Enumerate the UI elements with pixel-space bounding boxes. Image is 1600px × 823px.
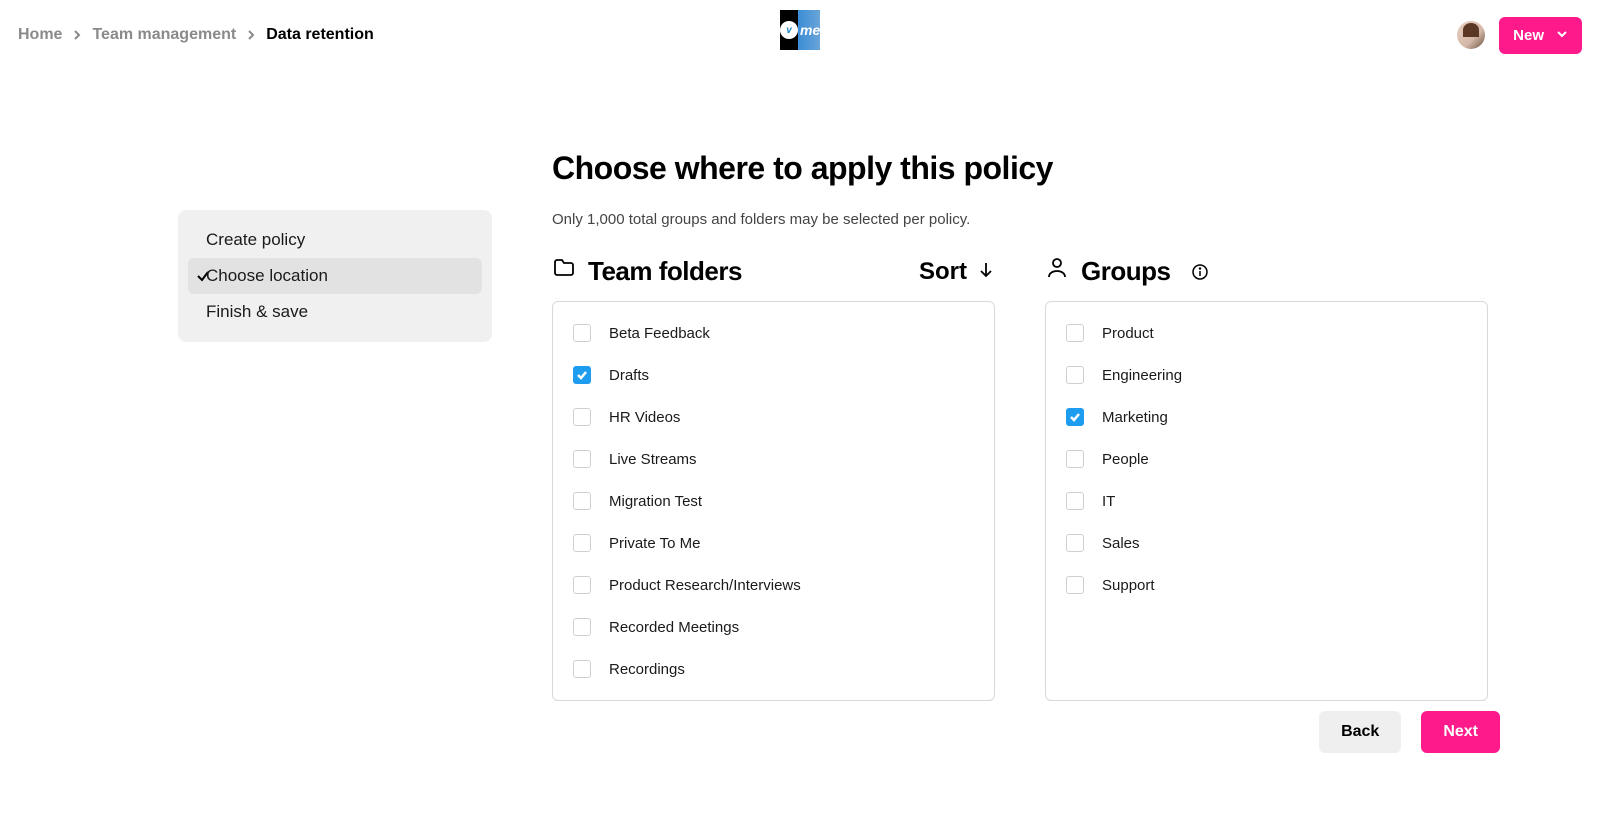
group-label: Support (1102, 577, 1155, 594)
group-label: Engineering (1102, 367, 1182, 384)
sidebar-item-label: Choose location (206, 266, 328, 286)
checkbox[interactable] (1066, 450, 1084, 468)
checkbox[interactable] (573, 450, 591, 468)
checkbox[interactable] (1066, 408, 1084, 426)
checkbox[interactable] (573, 324, 591, 342)
folder-label: Recordings (609, 661, 685, 678)
person-icon (1045, 256, 1069, 287)
team-folders-title: Team folders (552, 256, 742, 287)
checkbox[interactable] (1066, 324, 1084, 342)
checkbox[interactable] (1066, 366, 1084, 384)
group-label: Product (1102, 325, 1154, 342)
checkbox[interactable] (1066, 576, 1084, 594)
sidebar-item-label: Create policy (206, 230, 305, 250)
sidebar-item-choose-location[interactable]: Choose location (188, 258, 482, 294)
sort-button[interactable]: Sort (919, 258, 995, 286)
breadcrumb: Home Team management Data retention (18, 26, 374, 44)
folder-label: Drafts (609, 367, 649, 384)
folder-label: Product Research/Interviews (609, 577, 801, 594)
groups-title: Groups (1045, 256, 1208, 287)
folder-row[interactable]: Recordings (553, 648, 994, 690)
group-label: Marketing (1102, 409, 1168, 426)
folders-list: Beta Feedback Drafts HR Videos Live Streams… (552, 301, 995, 701)
folder-row[interactable]: Migration Test (553, 480, 994, 522)
group-row[interactable]: Sales (1046, 522, 1487, 564)
group-row[interactable]: Marketing (1046, 396, 1487, 438)
groups-list: Product Engineering Marketing People IT Sales… (1045, 301, 1488, 701)
group-row[interactable]: Product (1046, 312, 1487, 354)
checkbox[interactable] (573, 660, 591, 678)
app-logo: v me (780, 10, 820, 50)
checkbox[interactable] (1066, 492, 1084, 510)
checkbox[interactable] (1066, 534, 1084, 552)
folder-row[interactable]: Live Streams (553, 438, 994, 480)
chevron-right-icon (246, 30, 256, 40)
next-button[interactable]: Next (1421, 711, 1500, 753)
info-icon[interactable] (1192, 264, 1208, 280)
folder-label: Beta Feedback (609, 325, 710, 342)
group-row[interactable]: Support (1046, 564, 1487, 606)
checkbox[interactable] (573, 408, 591, 426)
folder-row[interactable]: Beta Feedback (553, 312, 994, 354)
checkbox[interactable] (573, 534, 591, 552)
checkbox[interactable] (573, 576, 591, 594)
chevron-right-icon (72, 30, 82, 40)
new-button[interactable]: New (1499, 17, 1582, 54)
sidebar-item-create-policy[interactable]: Create policy (188, 222, 482, 258)
folder-row[interactable]: HR Videos (553, 396, 994, 438)
folder-label: HR Videos (609, 409, 680, 426)
folder-row[interactable]: Private To Me (553, 522, 994, 564)
group-row[interactable]: Engineering (1046, 354, 1487, 396)
checkbox[interactable] (573, 618, 591, 636)
folder-icon (552, 256, 576, 287)
folder-label: Private To Me (609, 535, 700, 552)
folder-row[interactable]: Drafts (553, 354, 994, 396)
breadcrumb-home[interactable]: Home (18, 26, 62, 44)
group-label: Sales (1102, 535, 1140, 552)
folder-label: Recorded Meetings (609, 619, 739, 636)
sidebar: Create policy Choose location Finish & s… (178, 210, 492, 342)
folder-label: Live Streams (609, 451, 697, 468)
checkbox[interactable] (573, 366, 591, 384)
page-subtitle: Only 1,000 total groups and folders may … (552, 211, 1492, 228)
folder-label: Migration Test (609, 493, 702, 510)
group-row[interactable]: People (1046, 438, 1487, 480)
breadcrumb-team-management[interactable]: Team management (92, 26, 236, 44)
folder-row[interactable]: Product Research/Interviews (553, 564, 994, 606)
group-label: IT (1102, 493, 1115, 510)
arrow-down-icon (977, 258, 995, 286)
checkbox[interactable] (573, 492, 591, 510)
breadcrumb-data-retention[interactable]: Data retention (266, 26, 374, 44)
back-button[interactable]: Back (1319, 711, 1401, 753)
group-label: People (1102, 451, 1149, 468)
chevron-down-icon (1556, 27, 1568, 44)
sidebar-item-finish-save[interactable]: Finish & save (188, 294, 482, 330)
page-title: Choose where to apply this policy (552, 150, 1492, 187)
group-row[interactable]: IT (1046, 480, 1487, 522)
folder-row[interactable]: Recorded Meetings (553, 606, 994, 648)
avatar[interactable] (1457, 21, 1485, 49)
sidebar-item-label: Finish & save (206, 302, 308, 322)
new-button-label: New (1513, 27, 1544, 44)
